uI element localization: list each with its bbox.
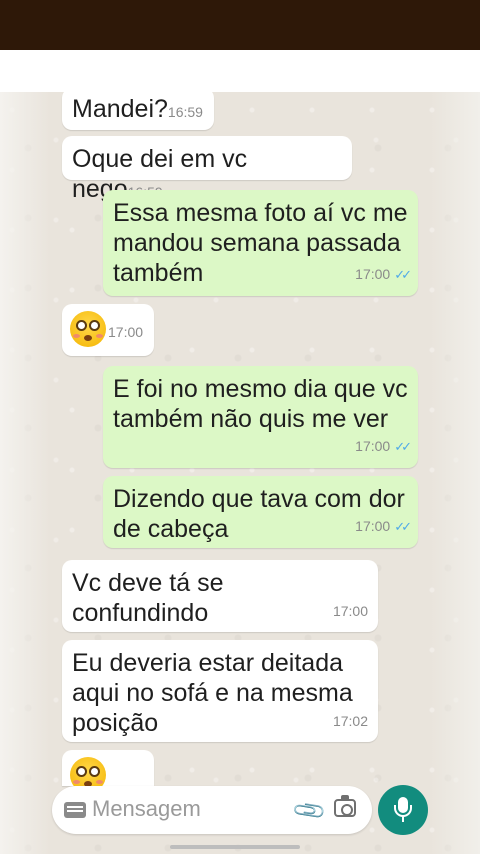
message-meta: 17:00 ✓✓ (355, 431, 412, 462)
read-ticks-icon: ✓✓ (394, 267, 412, 282)
top-banner (0, 0, 480, 50)
message-time: 17:00 (355, 438, 391, 454)
message-line: mandou semana passada (113, 229, 401, 257)
message-line: posição (72, 709, 159, 737)
message-line: Dizendo que tava com dor (113, 485, 405, 513)
message-placeholder: Mensagem (92, 796, 201, 821)
message-incoming[interactable]: Vc deve tá se confundindo 17:00 (62, 560, 378, 632)
message-incoming[interactable]: Eu deveria estar deitada aqui no sofá e … (62, 640, 378, 742)
message-line: confundindo (72, 599, 209, 627)
chat-edge-right (430, 92, 480, 854)
message-time: 16:59 (167, 104, 203, 120)
message-incoming[interactable]: 17:00 (62, 304, 154, 356)
header-spacer (0, 50, 480, 92)
message-line: aqui no sofá e na mesma (72, 679, 353, 707)
message-incoming[interactable]: Mandei?16:59 (62, 88, 214, 130)
message-outgoing[interactable]: E foi no mesmo dia que vc também não qui… (103, 366, 418, 468)
message-incoming[interactable] (62, 750, 154, 786)
message-outgoing[interactable]: Essa mesma foto aí vc me mandou semana p… (103, 190, 418, 296)
message-text: Mandei? (72, 95, 168, 123)
message-incoming[interactable]: Oque dei em vc nego16:59 (62, 136, 352, 203)
message-time: 17:00 (108, 324, 144, 340)
message-time: 17:00 (355, 266, 391, 282)
mic-icon (394, 797, 412, 817)
message-line: Vc deve tá se (72, 569, 224, 597)
chat-edge-left (0, 92, 50, 854)
camera-icon[interactable] (334, 795, 356, 817)
message-time: 17:00 (355, 518, 391, 534)
home-indicator (170, 845, 300, 849)
message-line: também não quis me ver (113, 405, 389, 433)
flushed-face-icon (70, 311, 106, 347)
message-line: E foi no mesmo dia que vc (113, 375, 408, 403)
message-meta: 17:00 ✓✓ (355, 511, 412, 542)
message-line: Eu deveria estar deitada (72, 649, 344, 677)
read-ticks-icon: ✓✓ (394, 439, 412, 454)
message-input[interactable]: Mensagem 📎 (52, 786, 372, 834)
message-line: Essa mesma foto aí vc me (113, 199, 408, 227)
message-meta: 17:00 ✓✓ (355, 259, 412, 290)
mic-stem (402, 816, 404, 822)
flushed-face-icon (70, 757, 106, 786)
message-outgoing[interactable]: Dizendo que tava com dor de cabeça 17:00… (103, 476, 418, 548)
message-time: 17:00 (332, 603, 368, 619)
attach-icon[interactable]: 📎 (291, 792, 329, 830)
read-ticks-icon: ✓✓ (394, 519, 412, 534)
message-time: 17:02 (332, 713, 368, 729)
voice-record-button[interactable] (378, 785, 428, 835)
keyboard-icon[interactable] (64, 802, 86, 818)
